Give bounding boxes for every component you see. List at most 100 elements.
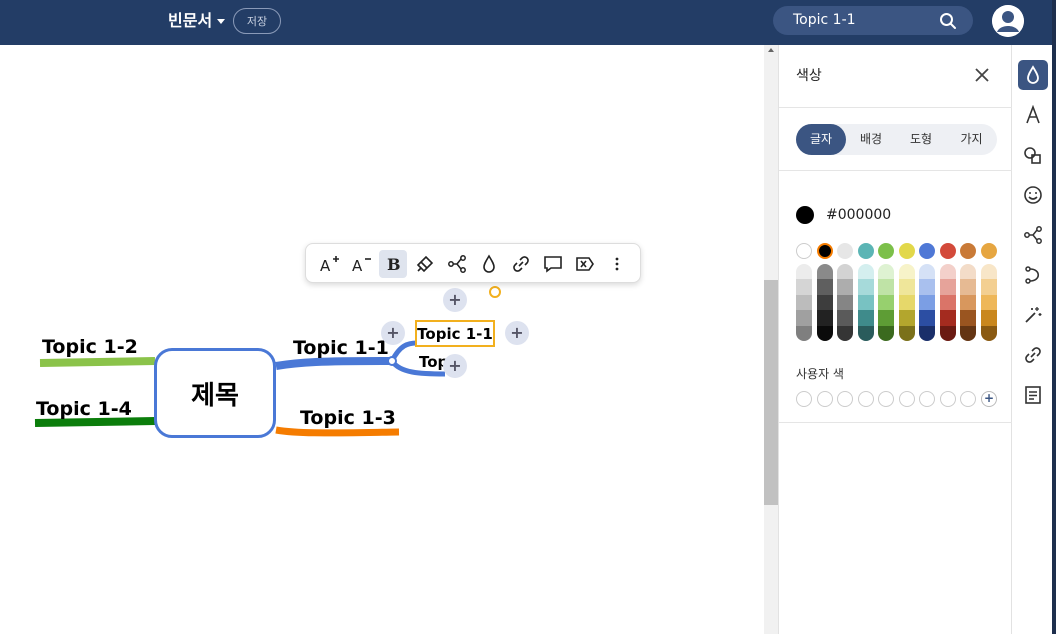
palette-color[interactable] bbox=[796, 325, 812, 341]
tab-text[interactable]: 글자 bbox=[796, 124, 846, 155]
palette-color[interactable] bbox=[960, 279, 976, 295]
font-decrease-icon[interactable]: A bbox=[347, 250, 375, 278]
palette-color[interactable] bbox=[796, 279, 812, 295]
tab-shape[interactable]: 도형 bbox=[896, 124, 946, 155]
topic-1-3[interactable]: Topic 1-3 bbox=[300, 407, 396, 429]
branch-icon[interactable] bbox=[443, 250, 471, 278]
palette-color[interactable] bbox=[796, 294, 812, 311]
base-color-swatch[interactable] bbox=[857, 243, 874, 259]
tab-background[interactable]: 배경 bbox=[846, 124, 896, 155]
rail-shape[interactable] bbox=[1018, 140, 1048, 170]
base-color-swatch[interactable] bbox=[960, 243, 976, 259]
palette-color[interactable] bbox=[980, 279, 997, 295]
rail-relationship[interactable] bbox=[1018, 260, 1048, 290]
rail-link[interactable] bbox=[1018, 340, 1048, 370]
palette-color[interactable] bbox=[919, 264, 935, 280]
palette-color[interactable] bbox=[960, 294, 976, 311]
base-color-swatch[interactable] bbox=[796, 243, 812, 259]
rail-note[interactable] bbox=[1018, 380, 1048, 410]
search-box[interactable]: Topic 1-1 bbox=[773, 6, 973, 35]
palette-color[interactable] bbox=[796, 310, 812, 326]
palette-color[interactable] bbox=[939, 294, 956, 311]
custom-color-slot[interactable] bbox=[939, 391, 956, 407]
palette-color[interactable] bbox=[816, 310, 833, 326]
palette-column[interactable] bbox=[898, 264, 915, 341]
more-icon[interactable] bbox=[603, 250, 631, 278]
palette-color[interactable] bbox=[816, 294, 833, 311]
palette-color[interactable] bbox=[919, 294, 935, 311]
palette-color[interactable] bbox=[919, 310, 935, 326]
rail-color[interactable] bbox=[1018, 60, 1048, 90]
custom-color-slot[interactable] bbox=[898, 391, 915, 407]
palette-color[interactable] bbox=[898, 294, 915, 311]
custom-color-slot[interactable] bbox=[960, 391, 976, 407]
add-topic-right-button[interactable]: + bbox=[505, 321, 529, 345]
palette-color[interactable] bbox=[857, 310, 874, 326]
palette-color[interactable] bbox=[878, 279, 894, 295]
palette-color[interactable] bbox=[816, 279, 833, 295]
topic-1-2[interactable]: Topic 1-2 bbox=[42, 336, 138, 358]
palette-column[interactable] bbox=[857, 264, 874, 341]
custom-color-slot[interactable] bbox=[857, 391, 874, 407]
add-topic-left-button[interactable]: + bbox=[381, 321, 405, 345]
vertical-scrollbar[interactable] bbox=[764, 45, 778, 634]
topic-1-4[interactable]: Topic 1-4 bbox=[36, 398, 132, 420]
custom-color-slot[interactable] bbox=[796, 391, 812, 407]
palette-color[interactable] bbox=[898, 264, 915, 280]
selection-handle[interactable] bbox=[489, 286, 501, 298]
palette-color[interactable] bbox=[878, 325, 894, 341]
palette-color[interactable] bbox=[837, 325, 853, 341]
scroll-thumb[interactable] bbox=[764, 280, 778, 505]
font-increase-icon[interactable]: A bbox=[315, 250, 343, 278]
palette-color[interactable] bbox=[980, 310, 997, 326]
base-color-swatch[interactable] bbox=[816, 243, 833, 259]
palette-color[interactable] bbox=[980, 264, 997, 280]
palette-color[interactable] bbox=[878, 264, 894, 280]
search-icon[interactable] bbox=[939, 12, 957, 30]
palette-color[interactable] bbox=[898, 310, 915, 326]
palette-color[interactable] bbox=[878, 310, 894, 326]
palette-color[interactable] bbox=[837, 294, 853, 311]
palette-color[interactable] bbox=[857, 325, 874, 341]
palette-color[interactable] bbox=[816, 325, 833, 341]
palette-color[interactable] bbox=[960, 325, 976, 341]
palette-color[interactable] bbox=[837, 264, 853, 280]
topic-1-1[interactable]: Topic 1-1 bbox=[293, 337, 389, 359]
palette-color[interactable] bbox=[960, 310, 976, 326]
base-color-swatch[interactable] bbox=[939, 243, 956, 259]
custom-color-slot[interactable] bbox=[878, 391, 894, 407]
comment-icon[interactable] bbox=[539, 250, 567, 278]
rail-emoji[interactable] bbox=[1018, 180, 1048, 210]
palette-color[interactable] bbox=[857, 294, 874, 311]
close-icon[interactable] bbox=[974, 67, 990, 83]
palette-color[interactable] bbox=[980, 294, 997, 311]
palette-column[interactable] bbox=[980, 264, 997, 341]
central-topic[interactable]: 제목 bbox=[154, 348, 276, 438]
palette-color[interactable] bbox=[980, 325, 997, 341]
palette-color[interactable] bbox=[878, 294, 894, 311]
palette-color[interactable] bbox=[796, 264, 812, 280]
palette-color[interactable] bbox=[919, 325, 935, 341]
palette-color[interactable] bbox=[837, 279, 853, 295]
custom-color-slot[interactable] bbox=[837, 391, 853, 407]
avatar[interactable] bbox=[992, 5, 1024, 37]
palette-color[interactable] bbox=[857, 279, 874, 295]
palette-color[interactable] bbox=[898, 325, 915, 341]
base-color-swatch[interactable] bbox=[980, 243, 997, 259]
palette-column[interactable] bbox=[960, 264, 976, 341]
palette-color[interactable] bbox=[816, 264, 833, 280]
palette-color[interactable] bbox=[939, 264, 956, 280]
selected-subtopic[interactable]: Topic 1-1 bbox=[415, 320, 495, 347]
search-input[interactable]: Topic 1-1 bbox=[793, 6, 856, 35]
palette-column[interactable] bbox=[878, 264, 894, 341]
add-custom-color-button[interactable]: + bbox=[981, 391, 997, 407]
rail-magic[interactable] bbox=[1018, 300, 1048, 330]
custom-color-slot[interactable] bbox=[816, 391, 833, 407]
rail-branch[interactable] bbox=[1018, 220, 1048, 250]
color-drop-icon[interactable] bbox=[475, 250, 503, 278]
clear-format-icon[interactable] bbox=[571, 250, 599, 278]
base-color-swatch[interactable] bbox=[919, 243, 935, 259]
base-color-swatch[interactable] bbox=[837, 243, 853, 259]
palette-color[interactable] bbox=[898, 279, 915, 295]
add-topic-below-button[interactable]: + bbox=[443, 354, 467, 378]
